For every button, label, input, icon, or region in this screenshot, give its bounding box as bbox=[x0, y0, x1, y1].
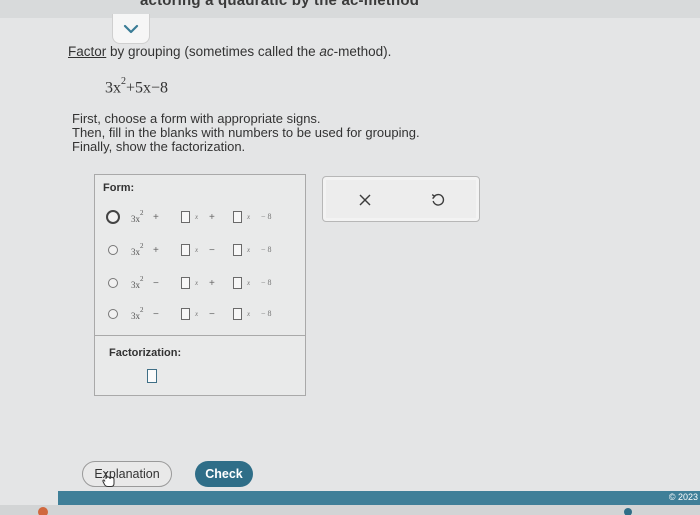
option-sign: + bbox=[153, 245, 159, 256]
instructions: First, choose a form with appropriate si… bbox=[72, 112, 420, 154]
expression-rest: +5x−8 bbox=[126, 79, 169, 97]
radio-selected[interactable] bbox=[106, 210, 120, 224]
form-option-3[interactable]: 3x2 − x + x − 8 bbox=[95, 273, 305, 295]
option-constant: − 8 bbox=[261, 245, 272, 254]
option-x: x bbox=[247, 213, 251, 221]
option-lead-term: 3x bbox=[131, 214, 140, 224]
form-option-2[interactable]: 3x2 + x − x − 8 bbox=[95, 240, 305, 262]
radio-button[interactable] bbox=[108, 278, 118, 288]
action-panel bbox=[322, 176, 480, 222]
option-sign: + bbox=[209, 212, 215, 223]
option-sign: − bbox=[209, 245, 215, 256]
instruction-line: Then, fill in the blanks with numbers to… bbox=[72, 125, 420, 140]
expression-lead: 3x bbox=[105, 79, 121, 97]
blank-input[interactable] bbox=[233, 244, 242, 256]
blank-input[interactable] bbox=[233, 277, 242, 289]
check-button[interactable]: Check bbox=[195, 461, 253, 487]
option-lead-term: 3x bbox=[131, 311, 140, 321]
option-sign: + bbox=[153, 212, 159, 223]
blank-input[interactable] bbox=[181, 308, 190, 320]
instruction-line: First, choose a form with appropriate si… bbox=[72, 111, 321, 126]
copyright-text: © 2023 bbox=[668, 492, 698, 502]
status-dot-icon bbox=[624, 508, 632, 515]
clear-button[interactable] bbox=[352, 187, 378, 213]
status-dot-icon bbox=[38, 507, 48, 515]
blank-input[interactable] bbox=[233, 211, 242, 223]
blank-input[interactable] bbox=[181, 277, 190, 289]
radio-button[interactable] bbox=[108, 245, 118, 255]
form-label: Form: bbox=[103, 182, 135, 194]
problem-statement: Factor by grouping (sometimes called the… bbox=[68, 44, 391, 59]
option-x: x bbox=[247, 279, 251, 287]
option-x: x bbox=[195, 246, 199, 254]
option-lead: 3x2 bbox=[131, 209, 144, 224]
explanation-button[interactable]: Explanation bbox=[82, 461, 172, 487]
blank-input[interactable] bbox=[233, 308, 242, 320]
option-constant: − 8 bbox=[261, 278, 272, 287]
undo-button[interactable] bbox=[425, 187, 451, 213]
page-title: actoring a quadratic by the ac-method bbox=[140, 0, 420, 9]
factorization-input[interactable] bbox=[147, 369, 157, 383]
option-sign: − bbox=[153, 309, 159, 320]
expression-exponent: 2 bbox=[121, 76, 126, 87]
collapse-toggle-button[interactable] bbox=[112, 14, 150, 44]
radio-button[interactable] bbox=[108, 309, 118, 319]
blank-input[interactable] bbox=[181, 244, 190, 256]
chevron-down-icon bbox=[123, 24, 139, 33]
x-icon bbox=[359, 194, 371, 206]
hand-cursor-icon bbox=[102, 472, 115, 487]
option-x: x bbox=[195, 310, 199, 318]
form-option-1[interactable]: 3x2 + x + x − 8 bbox=[95, 207, 305, 229]
option-x: x bbox=[247, 246, 251, 254]
factor-link[interactable]: Factor bbox=[68, 44, 106, 59]
option-x: x bbox=[195, 213, 199, 221]
option-exponent: 2 bbox=[140, 275, 144, 283]
option-exponent: 2 bbox=[140, 209, 144, 217]
option-lead: 3x2 bbox=[131, 306, 144, 321]
option-lead: 3x2 bbox=[131, 242, 144, 257]
option-x: x bbox=[195, 279, 199, 287]
footer-bar: © 2023 bbox=[58, 491, 700, 505]
blank-input[interactable] bbox=[181, 211, 190, 223]
option-lead-term: 3x bbox=[131, 247, 140, 257]
option-x: x bbox=[247, 310, 251, 318]
option-lead: 3x2 bbox=[131, 275, 144, 290]
problem-text-em: ac bbox=[319, 44, 334, 59]
option-exponent: 2 bbox=[140, 306, 144, 314]
factorization-label: Factorization: bbox=[109, 347, 182, 359]
bottom-strip bbox=[0, 505, 700, 515]
top-header: actoring a quadratic by the ac-method bbox=[0, 0, 700, 18]
form-option-4[interactable]: 3x2 − x − x − 8 bbox=[95, 304, 305, 326]
option-exponent: 2 bbox=[140, 242, 144, 250]
option-constant: − 8 bbox=[261, 309, 272, 318]
option-constant: − 8 bbox=[261, 212, 272, 221]
answer-panel: Form: 3x2 + x + x − 8 3x2 + x − x − 8 3x… bbox=[94, 174, 306, 396]
undo-icon bbox=[431, 193, 445, 206]
expression: 3x2+5x−8 bbox=[105, 76, 169, 97]
problem-text-a: by grouping (sometimes called the bbox=[106, 44, 320, 59]
problem-text-b: -method). bbox=[333, 44, 392, 59]
option-sign: − bbox=[209, 309, 215, 320]
option-sign: + bbox=[209, 278, 215, 289]
option-sign: − bbox=[153, 278, 159, 289]
option-lead-term: 3x bbox=[131, 280, 140, 290]
panel-divider bbox=[95, 335, 305, 336]
instruction-line: Finally, show the factorization. bbox=[72, 139, 246, 154]
